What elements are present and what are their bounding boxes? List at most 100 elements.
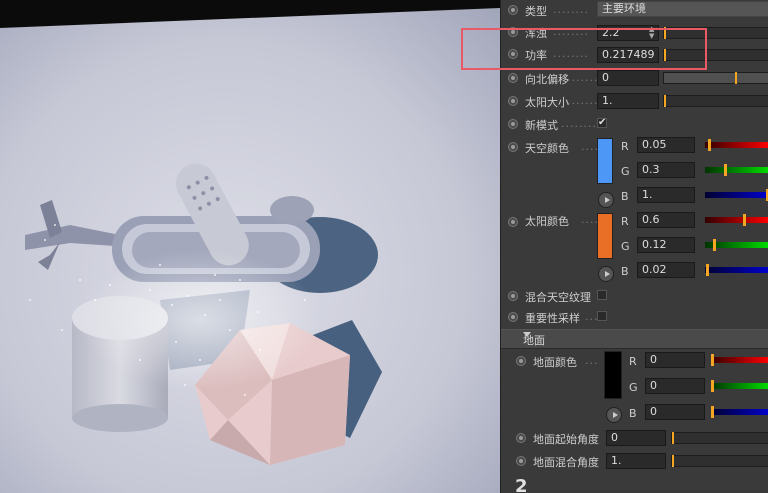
slider-handle[interactable]	[743, 214, 746, 226]
sky-color-row: 天空颜色 ........ R 0.05 G 0.3 B 1.	[501, 137, 768, 209]
slider-handle[interactable]	[706, 264, 709, 276]
animate-radio[interactable]	[516, 456, 526, 466]
ground-blend-angle-label: 地面混合角度	[533, 456, 599, 469]
sun-size-slider[interactable]	[663, 95, 768, 107]
channel-b-label: B	[629, 407, 637, 420]
slider-handle[interactable]	[672, 432, 674, 444]
slider-handle[interactable]	[711, 380, 714, 392]
sky-attributes-panel: 类型 ........ 主要环境 浑浊 ........ 2.2 ▲▼ 功率 .…	[500, 0, 768, 493]
color-picker-toggle-icon[interactable]	[606, 407, 622, 423]
slider-handle[interactable]	[713, 239, 716, 251]
animate-radio[interactable]	[508, 96, 518, 106]
sun-size-input[interactable]: 1.	[597, 93, 659, 109]
type-row: 类型 ........ 主要环境	[501, 0, 768, 24]
sky-r-input[interactable]: 0.05	[637, 137, 695, 153]
ground-r-slider[interactable]	[711, 354, 768, 366]
leader-dots: ........	[585, 354, 599, 367]
sky-b-slider[interactable]	[705, 189, 768, 201]
ground-section-label: 地面	[523, 334, 545, 347]
channel-g-label: G	[629, 381, 638, 394]
sky-g-slider[interactable]	[705, 164, 768, 176]
sky-g-value: 0.3	[642, 163, 660, 176]
slider-handle[interactable]	[711, 354, 714, 366]
ground-b-value: 0	[650, 405, 657, 418]
importance-sampling-label: 重要性采样	[525, 312, 580, 325]
sky-color-swatch[interactable]	[597, 138, 613, 184]
sky-r-value: 0.05	[642, 138, 667, 151]
animate-radio[interactable]	[516, 356, 526, 366]
channel-g-label: G	[621, 165, 630, 178]
sun-r-slider[interactable]	[705, 214, 768, 226]
slider-handle[interactable]	[672, 455, 674, 467]
sun-g-slider[interactable]	[705, 239, 768, 251]
sky-r-slider[interactable]	[705, 139, 768, 151]
type-dropdown[interactable]: 主要环境	[597, 1, 768, 17]
sun-b-value: 0.02	[642, 263, 667, 276]
slider-handle[interactable]	[724, 164, 727, 176]
type-dropdown-value: 主要环境	[602, 2, 646, 15]
north-offset-slider[interactable]	[663, 72, 768, 84]
sun-size-value: 1.	[602, 94, 613, 107]
animate-radio[interactable]	[508, 119, 518, 129]
north-offset-value: 0	[602, 71, 609, 84]
ground-color-swatch[interactable]	[604, 351, 622, 399]
animate-radio[interactable]	[508, 5, 518, 15]
animate-radio[interactable]	[508, 312, 518, 322]
sun-b-slider[interactable]	[705, 264, 768, 276]
ground-start-angle-slider[interactable]	[671, 432, 768, 444]
sun-r-input[interactable]: 0.6	[637, 212, 695, 228]
slider-handle[interactable]	[664, 95, 666, 107]
animate-radio[interactable]	[508, 291, 518, 301]
sun-color-swatch[interactable]	[597, 213, 613, 259]
ground-start-angle-row: 地面起始角度 0	[509, 428, 768, 452]
north-offset-input[interactable]: 0	[597, 70, 659, 86]
channel-g-label: G	[621, 240, 630, 253]
ground-g-input[interactable]: 0	[645, 378, 705, 394]
ground-blend-angle-slider[interactable]	[671, 455, 768, 467]
animate-radio[interactable]	[508, 142, 518, 152]
color-picker-toggle-icon[interactable]	[598, 192, 614, 208]
channel-r-label: R	[629, 355, 637, 368]
ground-color-row: 地面颜色 ........ R 0 G 0 B 0	[509, 351, 768, 427]
channel-r-label: R	[621, 215, 629, 228]
sky-g-input[interactable]: 0.3	[637, 162, 695, 178]
ground-blend-angle-input[interactable]: 1.	[606, 453, 666, 469]
sun-g-value: 0.12	[642, 238, 667, 251]
slider-handle[interactable]	[708, 139, 711, 151]
new-mode-checkbox[interactable]: ✔	[597, 118, 607, 128]
ground-start-angle-input[interactable]: 0	[606, 430, 666, 446]
importance-sampling-checkbox[interactable]	[597, 311, 607, 321]
ground-b-input[interactable]: 0	[645, 404, 705, 420]
ground-blend-angle-value: 1.	[611, 454, 622, 467]
animate-radio[interactable]	[516, 433, 526, 443]
blend-sky-texture-checkbox[interactable]	[597, 290, 607, 300]
channel-b-label: B	[621, 190, 629, 203]
render-scene	[0, 0, 500, 493]
new-mode-label: 新模式	[525, 119, 558, 132]
ground-g-value: 0	[650, 379, 657, 392]
ground-section-header[interactable]: 地面	[501, 329, 768, 349]
ground-b-slider[interactable]	[711, 406, 768, 418]
animate-radio[interactable]	[508, 217, 518, 227]
leader-dots: ........	[561, 117, 597, 130]
animate-radio[interactable]	[508, 73, 518, 83]
sun-b-input[interactable]: 0.02	[637, 262, 695, 278]
render-viewport[interactable]	[0, 0, 500, 493]
color-picker-toggle-icon[interactable]	[598, 266, 614, 282]
ring-object	[270, 196, 314, 224]
bottom-number: 2	[515, 476, 528, 493]
highlight-box	[461, 28, 707, 70]
type-label: 类型	[525, 5, 547, 18]
sun-size-row: 太阳大小 ........ 1.	[501, 91, 768, 115]
leader-dots: ........	[585, 310, 597, 323]
ground-g-slider[interactable]	[711, 380, 768, 392]
ground-r-input[interactable]: 0	[645, 352, 705, 368]
sun-g-input[interactable]: 0.12	[637, 237, 695, 253]
slider-handle[interactable]	[734, 72, 737, 84]
north-offset-label: 向北偏移	[525, 73, 569, 86]
channel-b-label: B	[621, 265, 629, 278]
leader-dots: ........	[581, 140, 597, 153]
sky-b-input[interactable]: 1.	[637, 187, 695, 203]
ground-r-value: 0	[650, 353, 657, 366]
slider-handle[interactable]	[711, 406, 714, 418]
